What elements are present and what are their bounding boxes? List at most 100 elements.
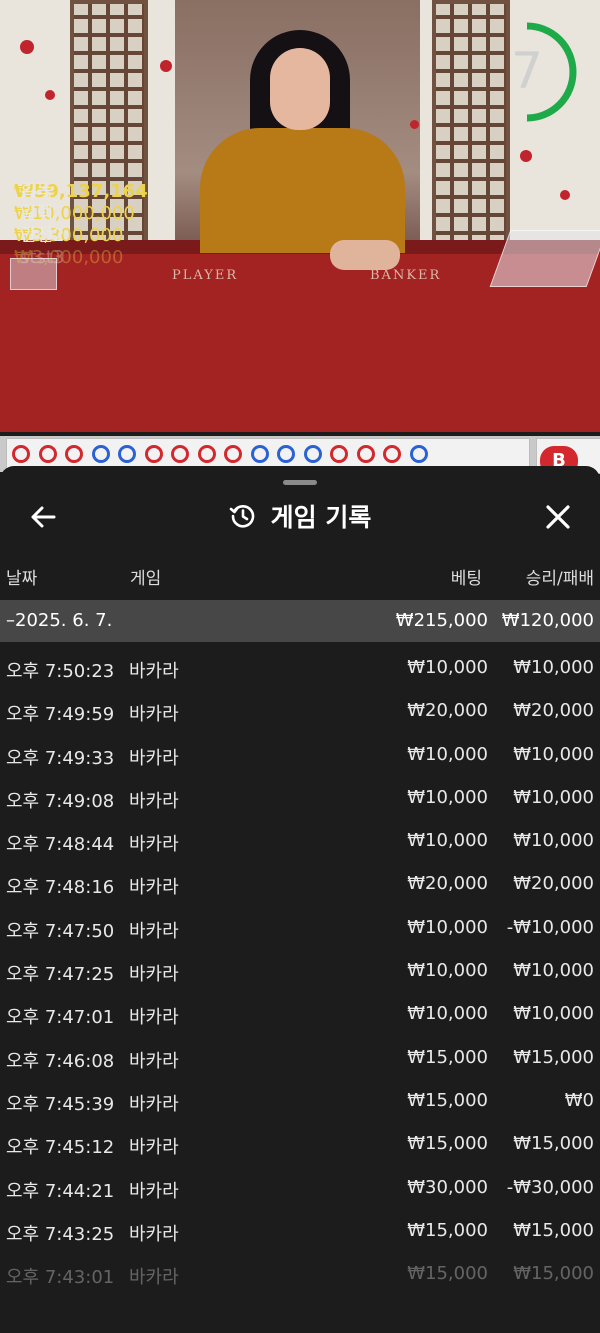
row-bet: ₩10,000 (407, 743, 488, 765)
row-time: 오후 7:49:08 (6, 790, 115, 812)
bet-user: 일렉 (20, 203, 54, 224)
column-result: 승리/패배 (525, 569, 594, 589)
row-bet: ₩15,000 (407, 1133, 488, 1155)
row-result: ₩10,000 (513, 830, 594, 852)
bead-banker (171, 445, 189, 463)
row-result: ₩0 (564, 1089, 594, 1111)
row-bet: ₩10,000 (407, 960, 488, 982)
history-list: 오후 7:50:23 바카라 ₩10,000 ₩10,000 오후 7:49:59 바카라… (0, 646, 600, 1295)
row-bet: ₩15,000 (407, 1219, 488, 1241)
table-row[interactable]: 오후 7:45:12 바카라 ₩15,000 ₩15,000 (0, 1122, 600, 1165)
table-row[interactable]: 오후 7:50:23 바카라 ₩10,000 ₩10,000 (0, 646, 600, 689)
row-game: 바카라 (129, 747, 179, 769)
row-bet: ₩20,000 (407, 700, 488, 722)
row-bet: ₩15,000 (407, 1089, 488, 1111)
bead-banker (224, 445, 242, 463)
row-game: 바카라 (129, 790, 179, 812)
row-bet: ₩10,000 (407, 657, 488, 678)
bead-banker (383, 445, 401, 463)
row-game: 바카라 (129, 920, 179, 942)
row-game: 바카라 (129, 1007, 179, 1029)
row-time: 오후 7:47:25 (6, 964, 115, 986)
table-label-banker: BANKER (370, 268, 442, 283)
bead-player (118, 445, 136, 463)
row-game: 바카라 (129, 1180, 179, 1202)
row-result: ₩20,000 (513, 873, 594, 895)
dealer-arm (330, 240, 400, 270)
row-bet: ₩20,000 (407, 873, 488, 895)
blossom (520, 150, 532, 162)
row-game: 바카라 (129, 964, 179, 986)
card-shoe (489, 230, 600, 287)
row-time: 오후 7:45:39 (6, 1093, 115, 1115)
table-row[interactable]: 오후 7:47:50 바카라 ₩10,000 -₩10,000 (0, 906, 600, 949)
table-row[interactable]: 오후 7:47:25 바카라 ₩10,000 ₩10,000 (0, 949, 600, 992)
column-date: 날짜 (6, 569, 38, 589)
row-time: 오후 7:49:33 (6, 747, 115, 769)
row-result: ₩15,000 (513, 1046, 594, 1068)
table-row[interactable]: 오후 7:49:08 바카라 ₩10,000 ₩10,000 (0, 776, 600, 819)
bead-player (303, 445, 322, 463)
table-row[interactable]: 오후 7:44:21 바카라 ₩30,000 -₩30,000 (0, 1166, 600, 1209)
table-row[interactable]: 오후 7:46:08 바카라 ₩15,000 ₩15,000 (0, 1036, 600, 1079)
row-result: ₩15,000 (513, 1219, 594, 1241)
bet-user: stst3 (20, 247, 65, 268)
close-icon[interactable] (543, 502, 573, 532)
row-time: 오후 7:44:21 (6, 1180, 115, 1202)
table-row[interactable]: 오후 7:47:01 바카라 ₩10,000 ₩10,000 (0, 992, 600, 1035)
bead-banker (197, 445, 216, 463)
row-game: 바카라 (129, 661, 179, 682)
bead-player (91, 445, 110, 463)
table-row[interactable]: 오후 7:49:33 바카라 ₩10,000 ₩10,000 (0, 733, 600, 776)
sheet-header: 게임 기록 (0, 498, 600, 538)
summary-date: –2025. 6. 7. (6, 610, 113, 631)
bead-banker (330, 445, 348, 463)
row-game: 바카라 (129, 1093, 179, 1115)
countdown-number: 7 (511, 42, 543, 100)
game-history-sheet: 게임 기록 날짜 게임 베팅 승리/패배 –2025. 6. 7. ₩215,0… (0, 466, 600, 1333)
row-time: 오후 7:49:59 (6, 704, 115, 726)
row-bet: ₩30,000 (407, 1176, 488, 1198)
row-result: ₩10,000 (513, 960, 594, 982)
row-result: ₩10,000 (513, 1003, 594, 1025)
row-time: 오후 7:47:01 (6, 1007, 115, 1029)
bet-user: 안전2 (20, 225, 65, 246)
row-game: 바카라 (129, 1267, 179, 1289)
summary-result: ₩120,000 (501, 610, 594, 631)
history-icon (229, 504, 254, 528)
total-suffix: 획득 (20, 181, 54, 202)
row-result: ₩20,000 (513, 700, 594, 722)
row-result: ₩10,000 (513, 786, 594, 808)
dealer-face (270, 48, 330, 130)
table-row[interactable]: 오후 7:49:59 바카라 ₩20,000 ₩20,000 (0, 689, 600, 732)
table-row[interactable]: 오후 7:43:25 바카라 ₩15,000 ₩15,000 (0, 1209, 600, 1252)
blossom (160, 60, 172, 72)
table-row[interactable]: 오후 7:43:01 바카라 ₩15,000 ₩15,000 (0, 1252, 600, 1295)
column-game: 게임 (130, 569, 162, 589)
row-time: 오후 7:50:23 (6, 661, 115, 682)
summary-bet: ₩215,000 (395, 610, 488, 631)
date-summary-row[interactable]: –2025. 6. 7. ₩215,000 ₩120,000 (0, 600, 600, 642)
table-row[interactable]: 오후 7:45:39 바카라 ₩15,000 ₩0 (0, 1079, 600, 1122)
row-result: ₩10,000 (513, 657, 594, 678)
drag-handle[interactable] (283, 480, 317, 485)
row-time: 오후 7:48:44 (6, 834, 115, 856)
row-bet: ₩10,000 (407, 1003, 488, 1025)
live-video[interactable]: PLAYER BANKER 7 281 ● ₩59,137,164 획득 ₩10,0… (0, 0, 600, 432)
row-result: -₩30,000 (506, 1176, 594, 1198)
bead-player (250, 445, 269, 463)
column-bet: 베팅 (450, 569, 482, 589)
row-time: 오후 7:46:08 (6, 1050, 115, 1072)
row-bet: ₩15,000 (407, 1046, 488, 1068)
row-game: 바카라 (129, 1050, 179, 1072)
bead-banker (38, 445, 57, 463)
table-row[interactable]: 오후 7:48:16 바카라 ₩20,000 ₩20,000 (0, 862, 600, 905)
row-game: 바카라 (129, 877, 179, 899)
table-row[interactable]: 오후 7:48:44 바카라 ₩10,000 ₩10,000 (0, 819, 600, 862)
blossom (20, 40, 34, 54)
blossom (410, 120, 419, 129)
row-bet: ₩15,000 (407, 1263, 488, 1285)
table-label-player: PLAYER (172, 268, 239, 283)
row-time: 오후 7:45:12 (6, 1137, 115, 1159)
bead-banker (12, 445, 30, 463)
